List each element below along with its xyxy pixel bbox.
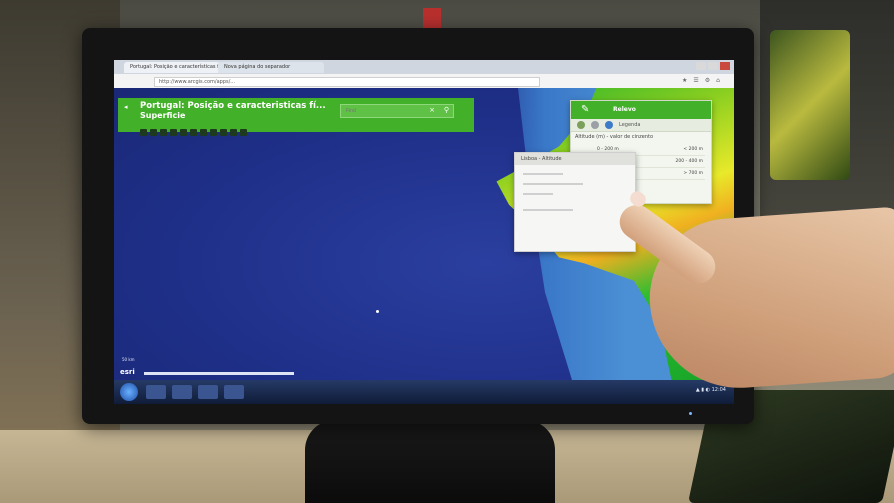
browser-tab-active[interactable]: Portugal: Posição e características físi… <box>124 62 220 73</box>
minimize-icon[interactable] <box>696 62 706 70</box>
zoom-in-icon[interactable] <box>150 129 157 136</box>
search-icon[interactable]: ⚲ <box>444 106 449 114</box>
panel-header: ✎ Relevo <box>571 101 711 119</box>
clear-icon[interactable]: × <box>429 106 435 114</box>
taskbar: ▲ ▮ ◐ 12:04 <box>114 380 734 404</box>
photo-background: Portugal: Posição e características físi… <box>0 0 894 503</box>
address-bar: http://www.arcgis.com/apps/... ★☰⚙⌂ <box>114 74 734 89</box>
popup-title: Lisboa - Altitude <box>521 156 562 162</box>
app-title: Portugal: Posição e caracteristicas fí..… <box>140 101 326 111</box>
system-tray: ▲ ▮ ◐ 12:04 <box>695 387 726 393</box>
browser-toolbar-icons: ★☰⚙⌂ <box>682 77 726 84</box>
feather-icon: ✎ <box>581 104 590 115</box>
tab-layers[interactable] <box>577 121 585 129</box>
scalebar-label: 50 km <box>122 357 135 362</box>
share-icon[interactable] <box>200 129 207 136</box>
power-led <box>689 412 692 415</box>
clock[interactable]: 12:04 <box>712 387 726 393</box>
app-subtitle: Superficie <box>140 111 186 120</box>
browser-tab[interactable]: Nova página do separador <box>218 62 324 73</box>
bookmark-icon[interactable] <box>230 129 237 136</box>
search-box: × ⚲ <box>340 104 454 118</box>
scalebar <box>144 372 294 375</box>
info-icon[interactable] <box>240 129 247 136</box>
popup-text-line <box>523 209 573 211</box>
measure-icon[interactable] <box>190 129 197 136</box>
background-poster <box>770 30 850 180</box>
legend-row-value: 200 - 400 m <box>675 159 703 164</box>
app-header: ◂ Portugal: Posição e caracteristicas fí… <box>118 98 474 136</box>
popup-text-line <box>523 183 583 185</box>
legend-caption: Altitude (m) - valor de cinzento <box>575 134 654 140</box>
legend-row-value: < 200 m <box>683 147 703 152</box>
taskbar-app-browser[interactable] <box>172 385 192 399</box>
tab-label: Legenda <box>619 122 641 128</box>
collapse-icon[interactable]: ◂ <box>124 103 132 111</box>
layers-icon[interactable] <box>170 129 177 136</box>
search-input[interactable] <box>346 106 426 116</box>
browser-tab-strip: Portugal: Posição e características físi… <box>114 60 734 74</box>
home-icon[interactable] <box>140 129 147 136</box>
panel-tabs: Legenda <box>571 119 711 132</box>
popup-header: Lisboa - Altitude <box>515 153 635 165</box>
cursor-icon <box>376 310 379 313</box>
info-popup: Lisboa - Altitude <box>514 152 636 252</box>
esri-logo: esri <box>120 368 135 376</box>
monitor-stand <box>305 420 555 503</box>
taskbar-app-docs[interactable] <box>224 385 244 399</box>
popup-text-line <box>523 173 563 175</box>
tab-info[interactable] <box>591 121 599 129</box>
panel-title: Relevo <box>613 106 636 113</box>
legend-row-value: > 700 m <box>683 171 703 176</box>
close-icon[interactable] <box>720 62 730 70</box>
print-icon[interactable] <box>210 129 217 136</box>
maximize-icon[interactable] <box>708 62 718 70</box>
url-field[interactable]: http://www.arcgis.com/apps/... <box>154 77 540 87</box>
taskbar-app-explorer[interactable] <box>146 385 166 399</box>
tab-legend[interactable] <box>605 121 613 129</box>
popup-text-line <box>523 193 553 195</box>
toolbar <box>140 121 250 136</box>
basemap-icon[interactable] <box>220 129 227 136</box>
start-button-icon[interactable] <box>120 383 138 401</box>
taskbar-app-media[interactable] <box>198 385 218 399</box>
zoom-out-icon[interactable] <box>160 129 167 136</box>
window-controls <box>694 62 730 72</box>
legend-icon[interactable] <box>180 129 187 136</box>
